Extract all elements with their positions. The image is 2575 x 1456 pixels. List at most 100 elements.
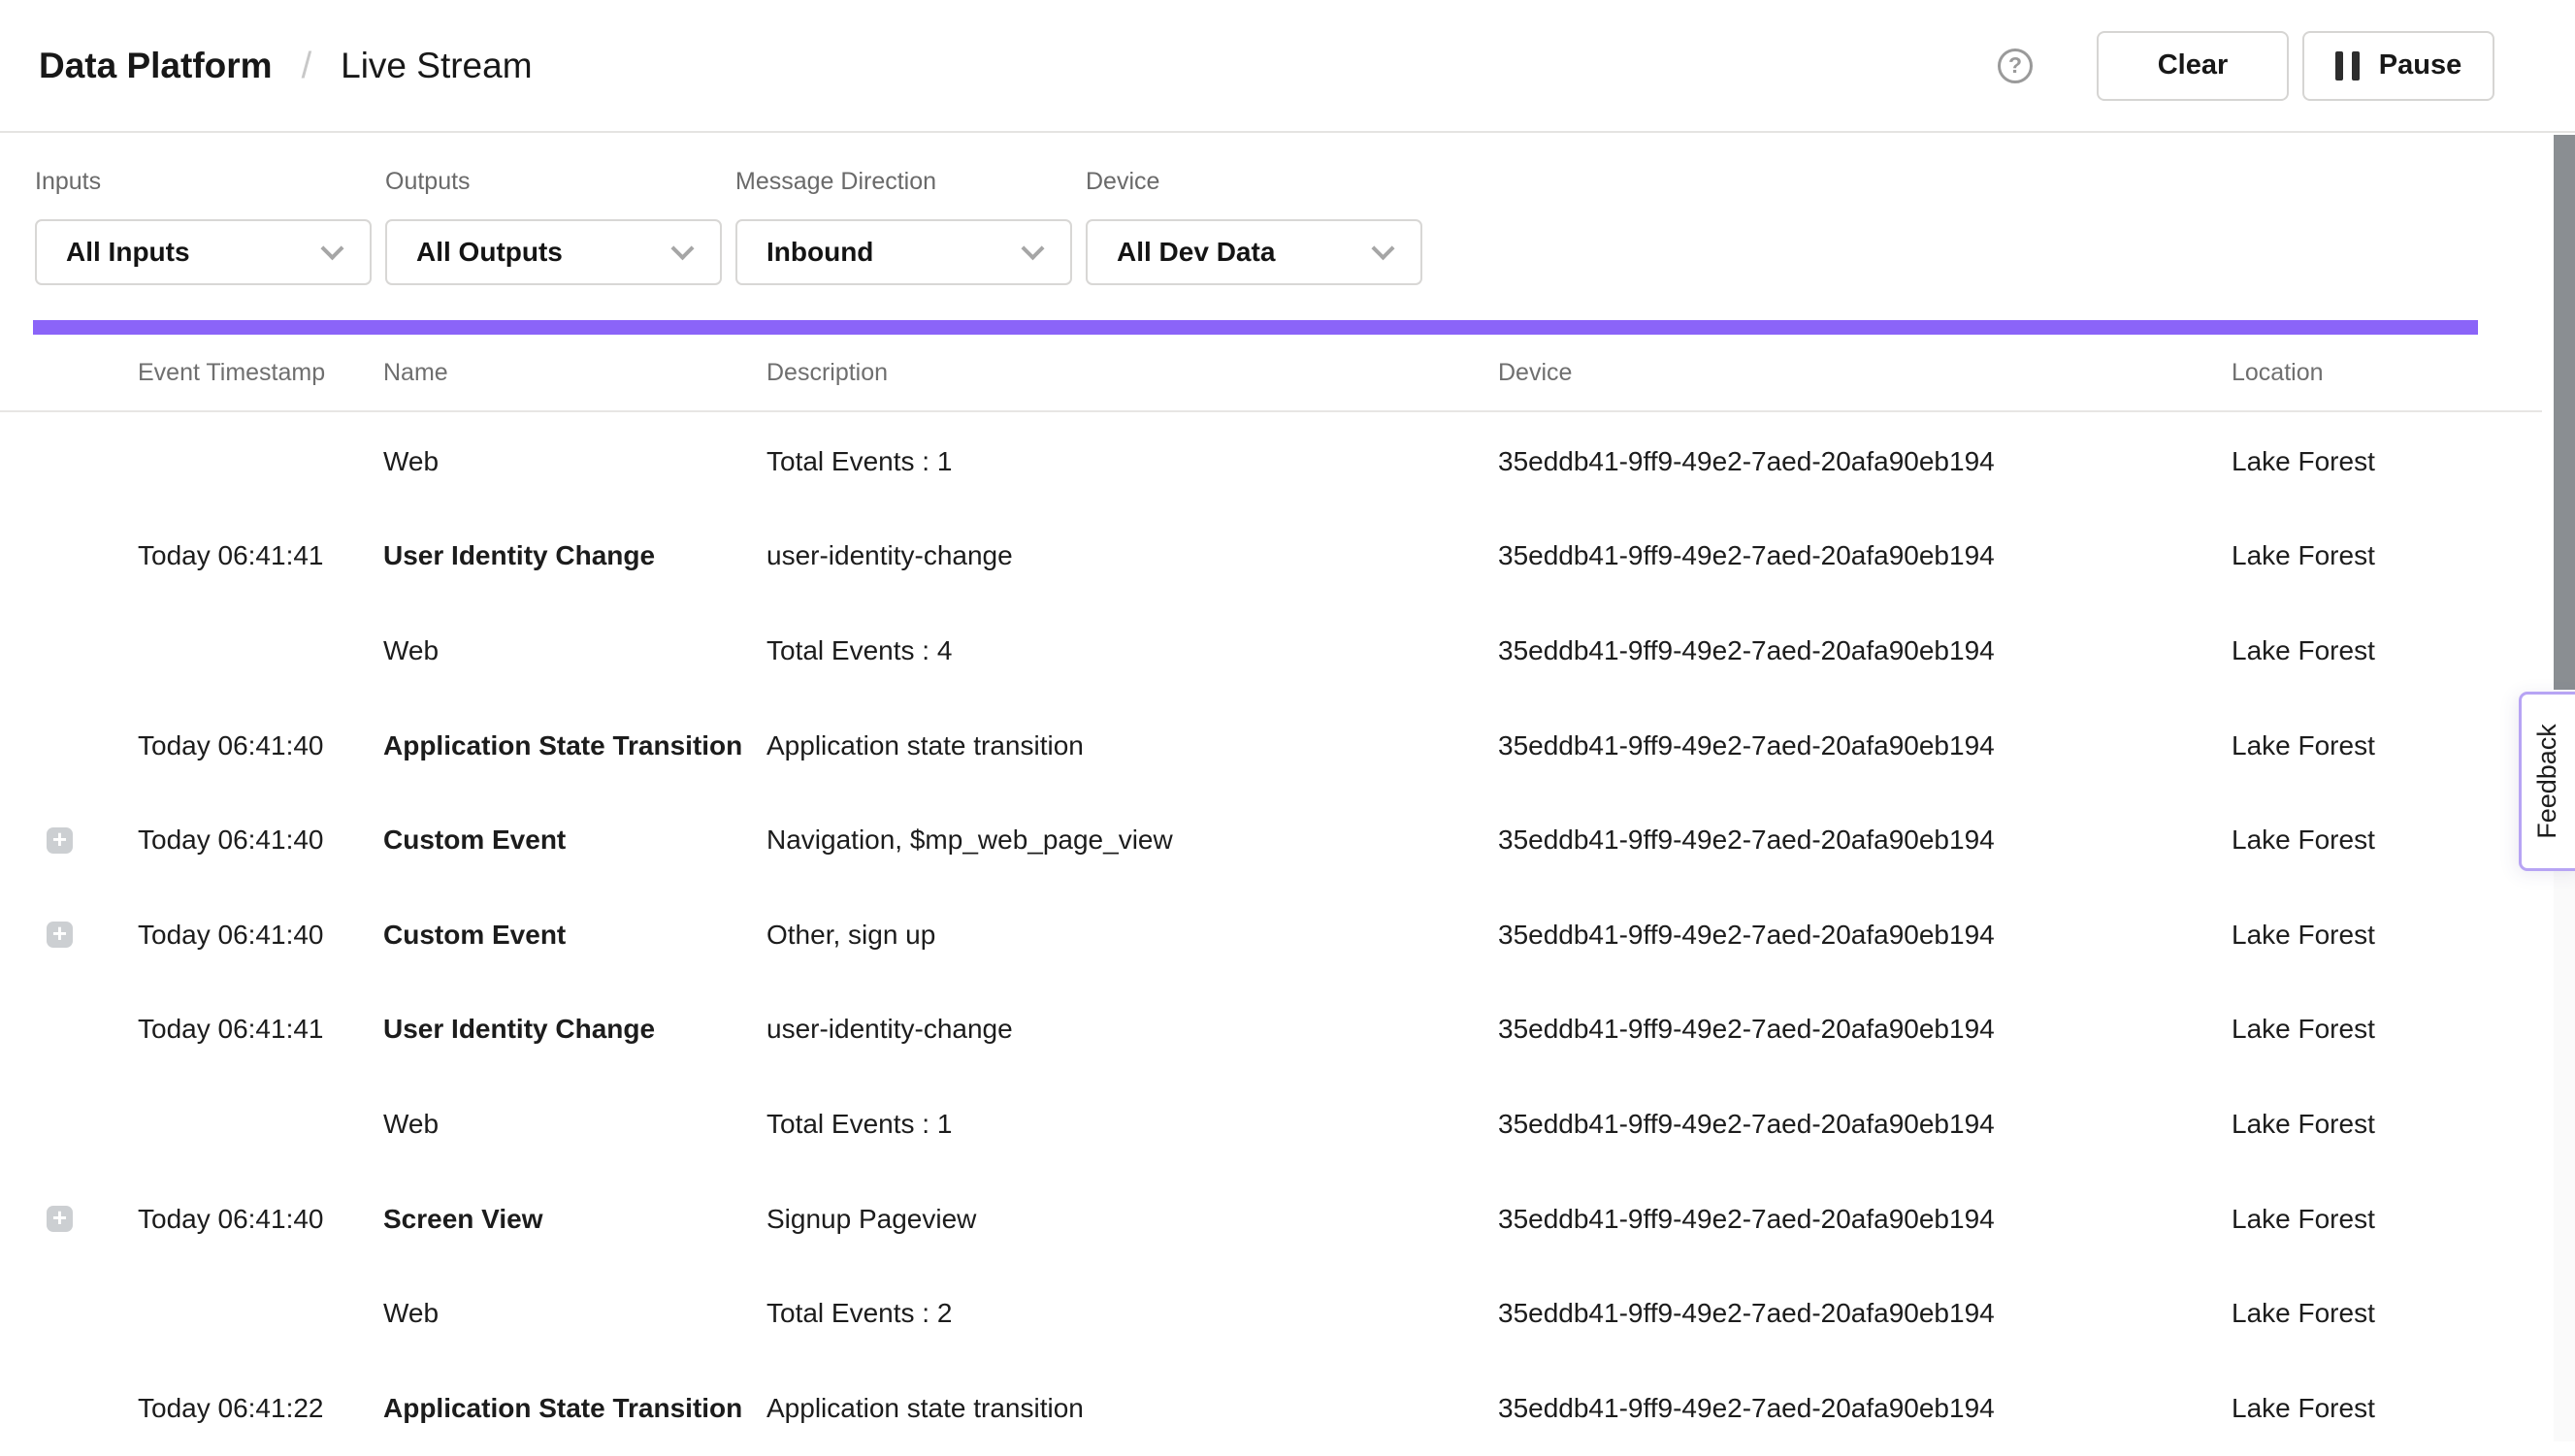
cell-device: 35eddb41-9ff9-49e2-7aed-20afa90eb194 bbox=[1498, 635, 2232, 666]
cell-name: Web bbox=[383, 446, 766, 477]
cell-description: user-identity-change bbox=[766, 540, 1498, 571]
question-circle-icon[interactable]: ? bbox=[1998, 49, 2033, 83]
table-row[interactable]: + Today 06:41:41 User Identity Change us… bbox=[0, 983, 2542, 1078]
filter-label: Message Direction bbox=[735, 170, 1072, 194]
cell-description: Total Events : 4 bbox=[766, 635, 1498, 666]
live-stream-page: { "header": { "breadcrumb": { "section":… bbox=[0, 0, 2575, 1441]
cell-name: Custom Event bbox=[383, 920, 766, 951]
table-row[interactable]: + Web Total Events : 2 35eddb41-9ff9-49e… bbox=[0, 1266, 2542, 1361]
cell-event-timestamp: Today 06:41:41 bbox=[138, 540, 383, 571]
table-row[interactable]: + Web Total Events : 1 35eddb41-9ff9-49e… bbox=[0, 414, 2542, 509]
table-row[interactable]: + Web Total Events : 1 35eddb41-9ff9-49e… bbox=[0, 1077, 2542, 1172]
cell-name: User Identity Change bbox=[383, 1014, 766, 1045]
plus-icon[interactable]: + bbox=[47, 827, 73, 854]
filter-select-value: All Dev Data bbox=[1117, 237, 1275, 268]
cell-description: Application state transition bbox=[766, 1393, 1498, 1424]
cell-device: 35eddb41-9ff9-49e2-7aed-20afa90eb194 bbox=[1498, 730, 2232, 761]
chevron-down-icon bbox=[1371, 237, 1394, 260]
device-select[interactable]: All Dev Data bbox=[1086, 219, 1422, 285]
accent-bar bbox=[33, 320, 2478, 335]
feedback-tab-label: Feedback bbox=[2532, 724, 2562, 839]
cell-description: Signup Pageview bbox=[766, 1204, 1498, 1235]
cell-name: Screen View bbox=[383, 1204, 766, 1235]
column-header-event-timestamp: Event Timestamp bbox=[138, 359, 383, 387]
cell-description: user-identity-change bbox=[766, 1014, 1498, 1045]
cell-event-timestamp: Today 06:41:40 bbox=[138, 730, 383, 761]
column-header-device: Device bbox=[1498, 359, 2232, 387]
cell-description: Total Events : 1 bbox=[766, 1109, 1498, 1140]
header-actions: ? Clear Pause bbox=[1998, 31, 2494, 101]
filter-message-direction: Message Direction Inbound bbox=[735, 133, 1072, 285]
cell-event-timestamp: Today 06:41:40 bbox=[138, 1204, 383, 1235]
cell-event-timestamp: Today 06:41:40 bbox=[138, 920, 383, 951]
cell-device: 35eddb41-9ff9-49e2-7aed-20afa90eb194 bbox=[1498, 920, 2232, 951]
scrollbar-thumb[interactable] bbox=[2554, 135, 2575, 690]
cell-location: Lake Forest bbox=[2232, 730, 2542, 761]
plus-icon[interactable]: + bbox=[47, 922, 73, 948]
chevron-down-icon bbox=[1021, 237, 1044, 260]
inputs-select[interactable]: All Inputs bbox=[35, 219, 372, 285]
cell-name: User Identity Change bbox=[383, 540, 766, 571]
cell-location: Lake Forest bbox=[2232, 825, 2542, 856]
filter-outputs: Outputs All Outputs bbox=[385, 133, 722, 285]
clear-button[interactable]: Clear bbox=[2097, 31, 2289, 101]
filter-select-value: All Outputs bbox=[416, 237, 563, 268]
cell-device: 35eddb41-9ff9-49e2-7aed-20afa90eb194 bbox=[1498, 1298, 2232, 1329]
filter-device: Device All Dev Data bbox=[1086, 133, 1422, 285]
cell-device: 35eddb41-9ff9-49e2-7aed-20afa90eb194 bbox=[1498, 446, 2232, 477]
table-row[interactable]: + Today 06:41:40 Screen View Signup Page… bbox=[0, 1172, 2542, 1267]
cell-device: 35eddb41-9ff9-49e2-7aed-20afa90eb194 bbox=[1498, 1109, 2232, 1140]
page-header: Data Platform / Live Stream ? Clear Paus… bbox=[0, 0, 2575, 133]
cell-location: Lake Forest bbox=[2232, 1014, 2542, 1045]
cell-device: 35eddb41-9ff9-49e2-7aed-20afa90eb194 bbox=[1498, 825, 2232, 856]
cell-device: 35eddb41-9ff9-49e2-7aed-20afa90eb194 bbox=[1498, 1204, 2232, 1235]
column-header-name: Name bbox=[383, 359, 766, 387]
cell-description: Total Events : 1 bbox=[766, 446, 1498, 477]
cell-location: Lake Forest bbox=[2232, 1204, 2542, 1235]
cell-location: Lake Forest bbox=[2232, 1298, 2542, 1329]
feedback-tab[interactable]: Feedback bbox=[2519, 692, 2575, 871]
pause-button[interactable]: Pause bbox=[2302, 31, 2494, 101]
table-row[interactable]: + Today 06:41:40 Custom Event Navigation… bbox=[0, 793, 2542, 888]
cell-name: Web bbox=[383, 635, 766, 666]
table-row[interactable]: + Today 06:41:40 Custom Event Other, sig… bbox=[0, 888, 2542, 983]
column-header-location: Location bbox=[2232, 359, 2542, 387]
table-row[interactable]: + Web Total Events : 4 35eddb41-9ff9-49e… bbox=[0, 603, 2542, 698]
cell-location: Lake Forest bbox=[2232, 1109, 2542, 1140]
cell-name: Web bbox=[383, 1109, 766, 1140]
filter-select-value: Inbound bbox=[766, 237, 873, 268]
cell-name: Web bbox=[383, 1298, 766, 1329]
cell-device: 35eddb41-9ff9-49e2-7aed-20afa90eb194 bbox=[1498, 1393, 2232, 1424]
cell-name: Custom Event bbox=[383, 825, 766, 856]
filter-label: Inputs bbox=[35, 170, 372, 194]
cell-device: 35eddb41-9ff9-49e2-7aed-20afa90eb194 bbox=[1498, 540, 2232, 571]
cell-description: Navigation, $mp_web_page_view bbox=[766, 825, 1498, 856]
breadcrumb-live-stream: Live Stream bbox=[341, 48, 532, 83]
message-direction-select[interactable]: Inbound bbox=[735, 219, 1072, 285]
cell-event-timestamp: Today 06:41:41 bbox=[138, 1014, 383, 1045]
cell-description: Application state transition bbox=[766, 730, 1498, 761]
cell-event-timestamp: Today 06:41:40 bbox=[138, 825, 383, 856]
filter-label: Device bbox=[1086, 170, 1422, 194]
filter-inputs: Inputs All Inputs bbox=[35, 133, 372, 285]
breadcrumb: Data Platform / Live Stream bbox=[39, 48, 533, 84]
cell-name: Application State Transition bbox=[383, 1393, 766, 1424]
cell-location: Lake Forest bbox=[2232, 540, 2542, 571]
cell-location: Lake Forest bbox=[2232, 1393, 2542, 1424]
cell-event-timestamp: Today 06:41:22 bbox=[138, 1393, 383, 1424]
outputs-select[interactable]: All Outputs bbox=[385, 219, 722, 285]
cell-location: Lake Forest bbox=[2232, 635, 2542, 666]
breadcrumb-data-platform[interactable]: Data Platform bbox=[39, 48, 273, 83]
table-row[interactable]: + Today 06:41:40 Application State Trans… bbox=[0, 698, 2542, 793]
filter-select-value: All Inputs bbox=[66, 237, 190, 268]
event-stream-table: + Web Total Events : 1 35eddb41-9ff9-49e… bbox=[0, 414, 2542, 1456]
cell-description: Total Events : 2 bbox=[766, 1298, 1498, 1329]
plus-icon[interactable]: + bbox=[47, 1206, 73, 1232]
table-row[interactable]: + Today 06:41:41 User Identity Change us… bbox=[0, 509, 2542, 604]
chevron-down-icon bbox=[670, 237, 694, 260]
cell-location: Lake Forest bbox=[2232, 920, 2542, 951]
chevron-down-icon bbox=[320, 237, 343, 260]
filter-label: Outputs bbox=[385, 170, 722, 194]
column-header-description: Description bbox=[766, 359, 1498, 387]
table-header-row: Event Timestamp Name Description Device … bbox=[0, 335, 2542, 412]
